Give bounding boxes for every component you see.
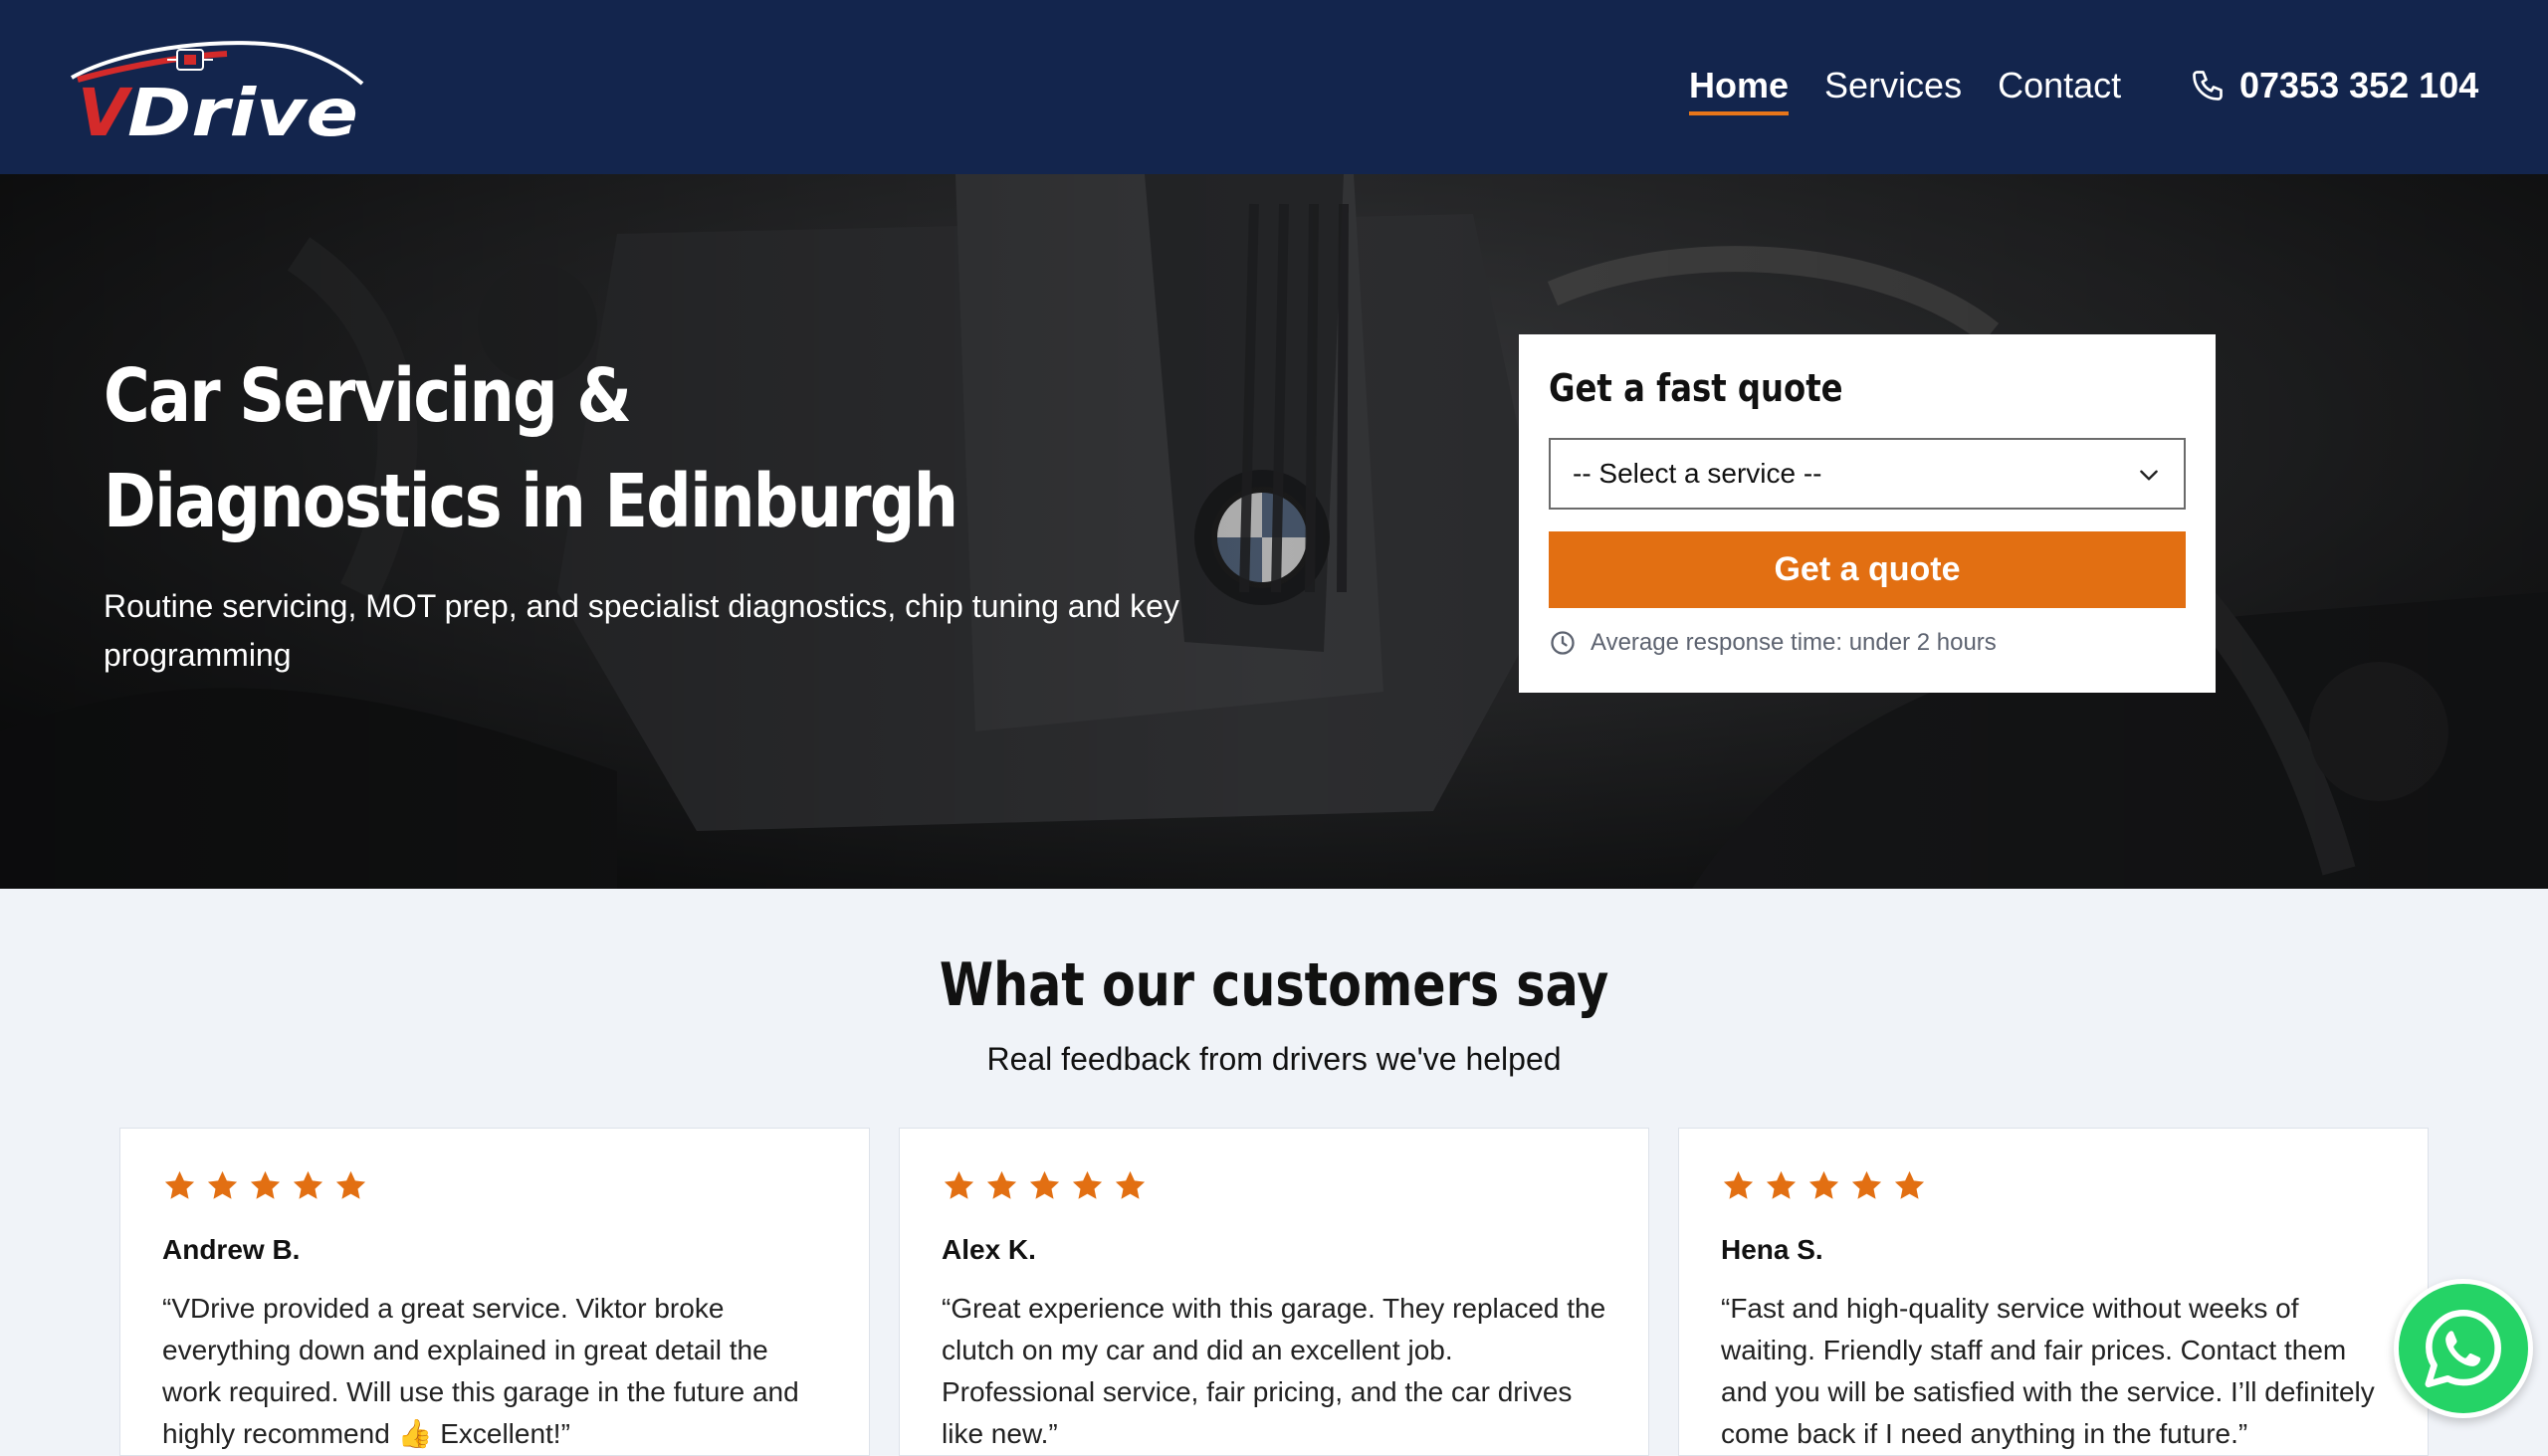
star-icon <box>335 1170 366 1199</box>
site-header: V Drive Home Services Contact 07353 352 … <box>0 0 2548 174</box>
nav-services[interactable]: Services <box>1824 62 1962 109</box>
star-rating <box>942 1168 1606 1204</box>
service-select[interactable]: -- Select a service -- <box>1549 438 2186 510</box>
quote-form: Get a fast quote -- Select a service -- … <box>1519 334 2216 693</box>
quote-form-title: Get a fast quote <box>1549 366 1843 410</box>
phone-number: 07353 352 104 <box>2239 65 2479 105</box>
review-card: Andrew B. “VDrive provided a great servi… <box>119 1128 870 1456</box>
star-icon <box>164 1170 195 1199</box>
chevron-down-icon <box>2140 470 2158 481</box>
review-text: “Great experience with this garage. They… <box>942 1293 1606 1449</box>
whatsapp-button[interactable] <box>2394 1279 2533 1418</box>
phone-icon <box>2193 71 2223 101</box>
response-note: Average response time: under 2 hours <box>1549 629 1997 657</box>
star-icon <box>1029 1170 1060 1199</box>
response-note-text: Average response time: under 2 hours <box>1591 629 1997 656</box>
svg-text:Drive: Drive <box>127 75 358 143</box>
review-text: “Fast and high-quality service without w… <box>1721 1293 2375 1449</box>
review-card: Alex K. “Great experience with this gara… <box>899 1128 1649 1456</box>
star-icon <box>986 1170 1017 1199</box>
phone-link[interactable]: 07353 352 104 <box>2190 62 2478 109</box>
hero-section: Car Servicing & Diagnostics in Edinburgh… <box>0 174 2548 889</box>
testimonials-title-text: What our customers say <box>939 950 1609 1020</box>
main-nav: Home Services Contact <box>1689 62 2121 115</box>
star-icon <box>944 1170 974 1199</box>
reviewer-name: Hena S. <box>1721 1234 1823 1265</box>
clock-icon <box>1551 631 1575 655</box>
reviewer-name: Alex K. <box>942 1234 1036 1265</box>
star-icon <box>1894 1170 1925 1199</box>
star-icon <box>207 1170 238 1199</box>
whatsapp-icon <box>2425 1309 2501 1388</box>
testimonials-title: What our customers say <box>0 945 2548 1025</box>
testimonials-subtitle: Real feedback from drivers we've helped <box>986 1041 1562 1077</box>
hero-subtitle: Routine servicing, MOT prep, and special… <box>104 588 1179 673</box>
star-icon <box>1072 1170 1103 1199</box>
star-icon <box>250 1170 281 1199</box>
vdrive-logo-graphic: V Drive <box>71 41 364 151</box>
star-rating <box>162 1168 827 1204</box>
star-icon <box>293 1170 323 1199</box>
star-rating <box>1721 1168 2386 1204</box>
star-icon <box>1851 1170 1882 1199</box>
star-icon <box>1808 1170 1839 1199</box>
reviewer-name: Andrew B. <box>162 1234 301 1265</box>
get-quote-button[interactable]: Get a quote <box>1549 531 2186 608</box>
star-icon <box>1115 1170 1146 1199</box>
star-icon <box>1723 1170 1754 1199</box>
nav-home[interactable]: Home <box>1689 62 1790 115</box>
service-select-value: -- Select a service -- <box>1573 458 1822 489</box>
svg-text:V: V <box>78 75 133 143</box>
hero-title: Car Servicing & Diagnostics in Edinburgh <box>104 353 958 544</box>
star-icon <box>1766 1170 1797 1199</box>
nav-contact[interactable]: Contact <box>1998 62 2121 109</box>
review-card: Hena S. “Fast and high-quality service w… <box>1678 1128 2429 1456</box>
vdrive-logo[interactable]: V Drive <box>68 36 366 151</box>
review-text: “VDrive provided a great service. Viktor… <box>162 1293 799 1449</box>
